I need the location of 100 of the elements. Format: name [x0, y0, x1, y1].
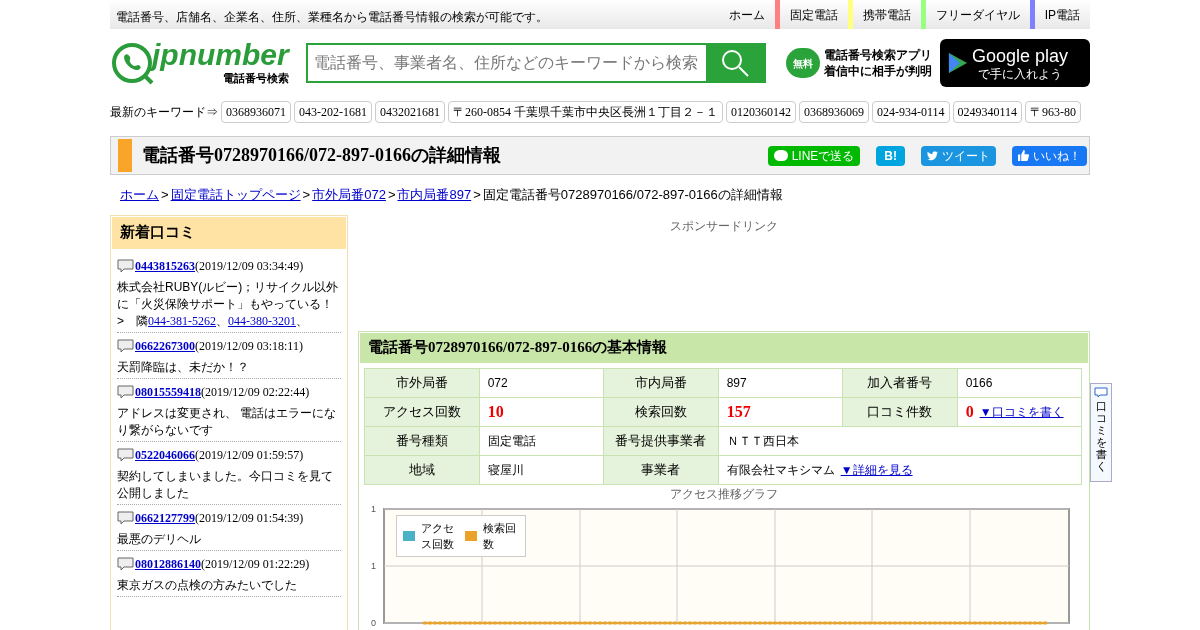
field-label: アクセス回数 — [364, 397, 480, 426]
field-label: 地域 — [364, 455, 480, 484]
field-label: 市外局番 — [364, 368, 480, 397]
phone-number-link[interactable]: 044-380-3201 — [228, 313, 296, 328]
phone-number-link[interactable]: 0662127799 — [135, 508, 195, 527]
comment-date: (2019/12/09 02:22:44) — [201, 383, 310, 401]
keyword-chip[interactable]: 〒963-80 — [1025, 101, 1082, 123]
breadcrumb-link[interactable]: 固定電話トップページ — [170, 185, 301, 205]
app-promo-text: 着信中に相手が判明 — [824, 63, 932, 79]
field-value: 897 — [726, 374, 747, 392]
search-field[interactable]: 電話番号、事業者名、住所などのキーワードから検索 — [306, 43, 766, 83]
search-button[interactable] — [706, 45, 764, 81]
phone-number-link[interactable]: 0522046066 — [135, 445, 195, 464]
keyword-chip[interactable]: 〒260-0854 千葉県千葉市中央区長洲１丁目２－１ — [448, 101, 723, 123]
keyword-chip[interactable]: 0120360142 — [726, 101, 796, 123]
share-button[interactable]: いいね！ — [1012, 145, 1087, 166]
info-header: 電話番号0728970166/072-897-0166の基本情報 — [360, 332, 1088, 363]
field-value: 有限会社マキシマム — [726, 461, 835, 479]
field-value: 固定電話 — [487, 432, 536, 450]
field-label: 口コミ件数 — [842, 397, 958, 426]
speech-bubble-icon — [1094, 387, 1108, 398]
page-title: 電話番号0728970166/072-897-0166の詳細情報 — [142, 144, 501, 167]
speech-bubble-icon — [117, 510, 134, 525]
field-value: 157 — [726, 401, 751, 422]
comment-text: アドレスは変更され、 電話はエラーになり繋がらないです — [117, 404, 338, 439]
field-label: 加入者番号 — [842, 368, 958, 397]
sponsor-label: スポンサードリンク — [669, 217, 779, 235]
nav-link[interactable]: 固定電話 — [779, 0, 848, 29]
keyword-chip[interactable]: 0368936071 — [221, 101, 291, 123]
bird-icon — [927, 150, 938, 161]
phone-number-link[interactable]: 08015559418 — [135, 382, 201, 401]
field-value: 0 — [965, 401, 974, 422]
y-tick-label: 1 — [371, 503, 376, 514]
google-play-button[interactable]: Google play で手に入れよう — [940, 39, 1090, 87]
app-promo-text: 電話番号検索アプリ — [824, 47, 932, 63]
nav-link[interactable]: ホーム — [718, 0, 775, 29]
keyword-chip[interactable]: 043-202-1681 — [294, 101, 372, 123]
field-value: 10 — [487, 401, 504, 422]
play-icon — [948, 52, 968, 74]
legend-label: アクセス回数 — [421, 520, 455, 552]
write-review-tab[interactable]: 口コミを書く — [1090, 383, 1112, 482]
search-icon — [720, 48, 750, 78]
breadcrumb-link[interactable]: 市外局番072 — [312, 185, 386, 205]
field-label: 検索回数 — [603, 397, 719, 426]
comment-date: (2019/12/09 01:59:57) — [195, 446, 304, 464]
comment-text: 株式会社RUBY(ルビー)；リサイクル以外に「火災保険サポート」もやっている！ > 隣044-381-5262、044-380-3201、 — [117, 278, 340, 330]
breadcrumb-separator: > — [160, 186, 170, 204]
speech-bubble-icon — [117, 338, 134, 353]
field-value: 072 — [487, 374, 508, 392]
comment-date: (2019/12/09 01:22:29) — [201, 555, 310, 573]
breadcrumb-separator: > — [386, 186, 397, 204]
field-value: 寝屋川 — [487, 461, 524, 479]
text-link[interactable]: ▼詳細を見る — [840, 460, 913, 479]
breadcrumb-link[interactable]: ホーム — [120, 185, 159, 205]
speech-bubble-icon — [117, 384, 134, 399]
phone-number-link[interactable]: 0443815263 — [135, 256, 195, 275]
tagline: 電話番号、店舗名、企業名、住所、業種名から電話番号情報の検索が可能です。 — [115, 8, 548, 26]
comment-text: 東京ガスの点検の方みたいでした — [117, 576, 298, 594]
chat-bubble-icon — [773, 150, 788, 161]
keyword-chip[interactable]: 024-934-0114 — [872, 101, 950, 123]
field-value: ＮＴＴ西日本 — [726, 432, 799, 450]
comment-date: (2019/12/09 03:34:49) — [195, 257, 304, 275]
keywords-label: 最新のキーワード⇒ — [110, 104, 218, 121]
speech-bubble-icon — [117, 447, 134, 462]
sidebar-header: 新着口コミ — [112, 216, 346, 249]
field-label: 事業者 — [603, 455, 719, 484]
speech-bubble-icon — [117, 258, 134, 273]
free-badge: 無料 — [786, 48, 820, 78]
nav-link[interactable]: フリーダイヤル — [925, 0, 1030, 29]
nav-link[interactable]: IP電話 — [1034, 0, 1090, 29]
accent-mark — [118, 139, 132, 172]
text-link[interactable]: ▼口コミを書く — [979, 402, 1064, 421]
comment-text: 天罰降臨は、未だか！？ — [117, 358, 250, 376]
phone-number-link[interactable]: 08012886140 — [135, 554, 201, 573]
store-title: Google play — [972, 46, 1069, 65]
phone-number-link[interactable]: 0662267300 — [135, 336, 195, 355]
comment-date: (2019/12/09 03:18:11) — [195, 337, 303, 355]
store-subtitle: で手に入れよう — [978, 67, 1063, 80]
field-value: 0166 — [965, 374, 993, 392]
y-tick-label: 0 — [371, 617, 376, 628]
field-label: 市内局番 — [603, 368, 719, 397]
y-tick-label: 1 — [371, 560, 376, 571]
chart-title: アクセス推移グラフ — [670, 486, 778, 501]
breadcrumb-link[interactable]: 市内局番897 — [397, 185, 472, 205]
legend-label: 検索回数 — [483, 520, 517, 552]
breadcrumb-separator: > — [472, 186, 482, 204]
keyword-chip[interactable]: 0368936069 — [799, 101, 869, 123]
phone-number-link[interactable]: 044-381-5262 — [148, 313, 216, 328]
logo-subtitle: 電話番号検索 — [222, 71, 289, 86]
comment-text: 契約してしまいました。今口コミを見て公開しました — [117, 467, 334, 502]
nav-link[interactable]: 携帯電話 — [852, 0, 921, 29]
breadcrumb-separator: > — [301, 186, 312, 204]
comment-text: 最悪のデリヘル — [117, 530, 202, 548]
speech-bubble-icon — [117, 556, 134, 571]
breadcrumb-current: 固定電話番号0728970166/072-897-0166の詳細情報 — [482, 186, 783, 204]
thumbs-up-icon — [1018, 150, 1029, 161]
keyword-chip[interactable]: 0432021681 — [375, 101, 445, 123]
field-label: 番号提供事業者 — [603, 426, 719, 455]
field-label: 番号種類 — [364, 426, 480, 455]
keyword-chip[interactable]: 0249340114 — [952, 101, 1023, 123]
